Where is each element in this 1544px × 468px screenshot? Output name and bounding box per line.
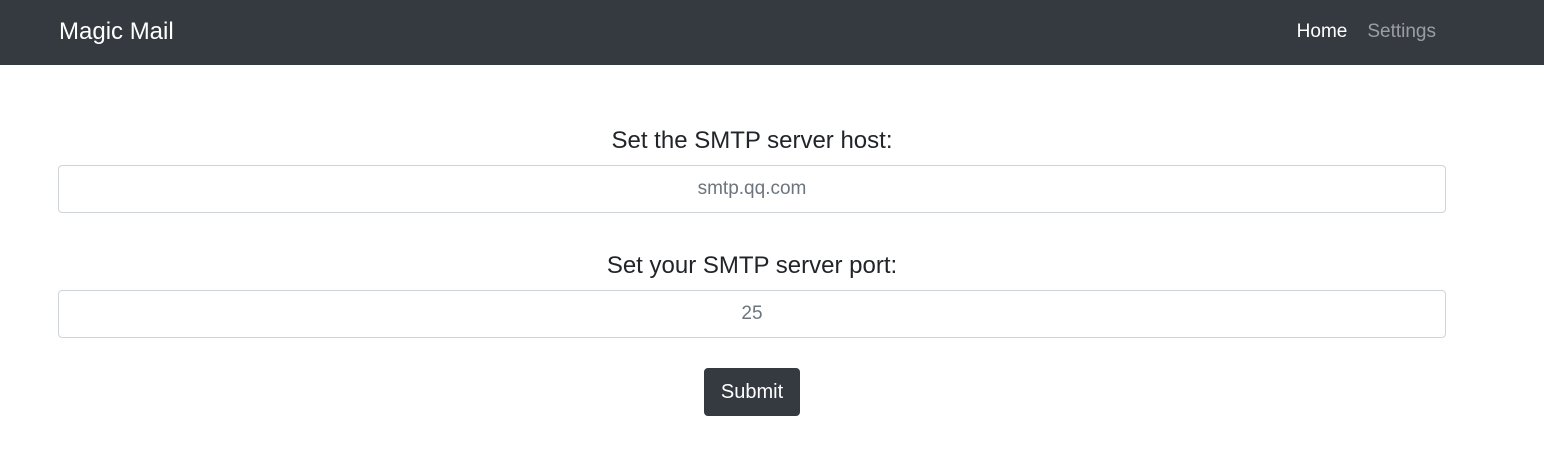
port-label: Set your SMTP server port: — [606, 252, 898, 279]
host-field-group: Set the SMTP server host: — [58, 124, 1446, 213]
nav-links: Home Settings — [1297, 20, 1436, 44]
smtp-settings-form: Set the SMTP server host: Set your SMTP … — [58, 124, 1446, 416]
navbar: Magic Mail Home Settings — [0, 0, 1544, 65]
submit-button[interactable]: Submit — [704, 368, 800, 416]
submit-wrap: Submit — [58, 368, 1446, 416]
host-label: Set the SMTP server host: — [611, 127, 893, 154]
nav-settings-link[interactable]: Settings — [1367, 20, 1436, 44]
host-input[interactable] — [58, 165, 1446, 213]
port-field-group: Set your SMTP server port: — [58, 249, 1446, 338]
port-input[interactable] — [58, 290, 1446, 338]
nav-home-link[interactable]: Home — [1297, 20, 1348, 44]
brand-link[interactable]: Magic Mail — [59, 18, 174, 46]
